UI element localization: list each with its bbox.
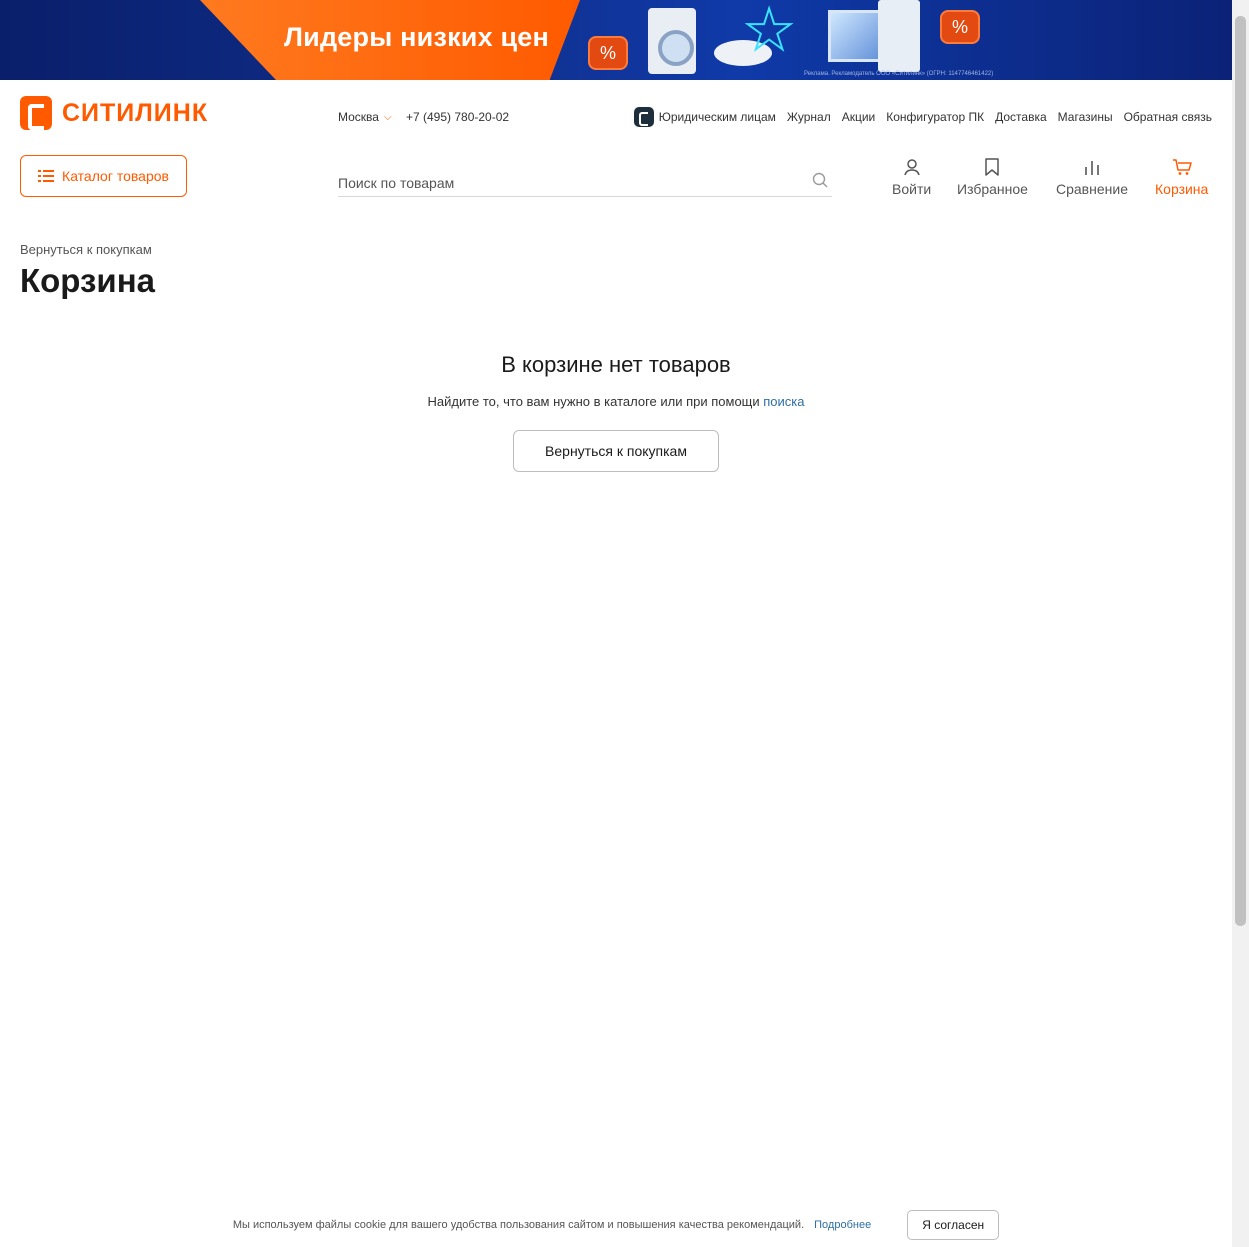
percent-badge-icon: % bbox=[940, 10, 980, 44]
washing-machine-icon bbox=[648, 8, 696, 74]
promo-banner[interactable]: Лидеры низких цен % ★ % Реклама. Рекламо… bbox=[0, 0, 1232, 80]
phone-number[interactable]: +7 (495) 780-20-02 bbox=[406, 110, 509, 124]
nav-item-promotions[interactable]: Акции bbox=[842, 104, 876, 130]
favorites-button[interactable]: Избранное bbox=[957, 156, 1028, 197]
city-label: Москва bbox=[338, 110, 379, 124]
nav-item-delivery[interactable]: Доставка bbox=[995, 104, 1047, 130]
cart-button[interactable]: Корзина bbox=[1155, 156, 1208, 197]
site-logo[interactable]: СИТИЛИНК bbox=[20, 96, 208, 130]
catalog-button-label: Каталог товаров bbox=[62, 168, 169, 184]
empty-hint-text: Найдите то, что вам нужно в каталоге или… bbox=[427, 394, 760, 409]
catalog-button[interactable]: Каталог товаров bbox=[20, 155, 187, 197]
return-to-shopping-button[interactable]: Вернуться к покупкам bbox=[513, 430, 719, 472]
login-label: Войти bbox=[892, 181, 932, 197]
nav-item-stores[interactable]: Магазины bbox=[1058, 104, 1113, 130]
compare-label: Сравнение bbox=[1056, 181, 1128, 197]
percent-badge-icon: % bbox=[588, 36, 628, 70]
page-title: Корзина bbox=[20, 262, 155, 299]
compare-icon bbox=[1085, 161, 1099, 175]
city-selector[interactable]: Москва ⌵ bbox=[338, 110, 392, 124]
fridge-icon bbox=[878, 0, 920, 72]
business-icon bbox=[633, 107, 654, 127]
banner-disclaimer: Реклама. Рекламодатель ООО «Ситилинк» (О… bbox=[804, 71, 994, 77]
search-input[interactable] bbox=[338, 166, 798, 196]
user-icon bbox=[903, 159, 920, 176]
cookie-more-link[interactable]: Подробнее bbox=[814, 1219, 871, 1231]
chevron-down-icon: ⌵ bbox=[383, 111, 392, 123]
compare-button[interactable]: Сравнение bbox=[1056, 156, 1128, 197]
search-link[interactable]: поиска bbox=[763, 394, 804, 409]
cart-icon bbox=[1172, 159, 1192, 175]
back-to-shopping-link[interactable]: Вернуться к покупкам bbox=[20, 242, 152, 257]
empty-cart-title: В корзине нет товаров bbox=[501, 352, 731, 377]
cookie-banner: Мы используем файлы cookie для вашего уд… bbox=[0, 1210, 1232, 1240]
favorites-label: Избранное bbox=[957, 181, 1028, 197]
top-navigation: Юридическим лицам Журнал Акции Конфигура… bbox=[633, 104, 1212, 130]
cookie-text: Мы используем файлы cookie для вашего уд… bbox=[232, 1219, 805, 1231]
banner-headline: Лидеры низких цен bbox=[284, 22, 550, 52]
login-button[interactable]: Войти bbox=[892, 156, 931, 197]
nav-label: Юридическим лицам bbox=[658, 110, 776, 124]
search-bar bbox=[338, 166, 832, 197]
scrollbar-thumb[interactable] bbox=[1235, 16, 1246, 926]
empty-cart-hint: Найдите то, что вам нужно в каталоге или… bbox=[0, 394, 1232, 409]
bookmark-icon bbox=[985, 158, 1000, 176]
logo-text: СИТИЛИНК bbox=[62, 98, 209, 127]
cart-label: Корзина bbox=[1155, 181, 1209, 197]
nav-item-journal[interactable]: Журнал bbox=[787, 104, 831, 130]
cookie-accept-button[interactable]: Я согласен bbox=[907, 1210, 1000, 1240]
search-icon[interactable] bbox=[812, 172, 828, 188]
nav-item-pc-configurator[interactable]: Конфигуратор ПК bbox=[886, 104, 984, 130]
list-icon bbox=[38, 169, 55, 183]
star-icon: ★ bbox=[743, 0, 795, 61]
nav-item-business[interactable]: Юридическим лицам bbox=[633, 104, 776, 130]
logo-icon bbox=[20, 96, 52, 130]
page-scrollbar[interactable] bbox=[1232, 0, 1249, 1247]
nav-item-feedback[interactable]: Обратная связь bbox=[1124, 104, 1212, 130]
